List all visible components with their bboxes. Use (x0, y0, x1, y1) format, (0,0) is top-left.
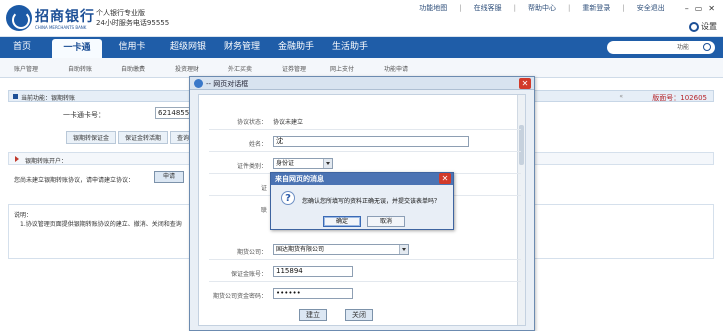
window-controls: – ▭ ✕ (685, 4, 715, 13)
close-icon[interactable]: ✕ (519, 78, 531, 89)
scrollbar-thumb[interactable] (519, 125, 524, 165)
fund-password-label: 期货公司资金密码： (212, 293, 267, 300)
search-placeholder: 功能 (677, 44, 690, 51)
settings-label: 设置 (701, 22, 717, 31)
nav-finance-mgmt[interactable]: 财务管理 (216, 37, 268, 58)
dialog-title: 来自网页的消息 (275, 175, 324, 183)
link-function-map[interactable]: 功能地图 (419, 3, 447, 13)
separator: | (459, 4, 462, 12)
apply-button[interactable]: 申请 (154, 171, 184, 183)
subnav-investment[interactable]: 投资理财 (175, 64, 199, 73)
main-nav: 首页 一卡通 信用卡 超级网银 财务管理 金融助手 生活助手 功能 (0, 37, 723, 58)
gear-icon (689, 21, 699, 32)
futures-company-select[interactable]: 国达期货有限公司 (273, 244, 409, 255)
tab-to-current[interactable]: 保证金转活期 (118, 131, 169, 144)
nav-super-ebank[interactable]: 超级网银 (162, 37, 214, 58)
ie-icon (194, 79, 203, 88)
card-number-label: 一卡通卡号： (63, 111, 105, 119)
partial-label-id: 证 (260, 185, 267, 192)
cancel-button[interactable]: 取消 (367, 216, 405, 227)
name-label: 姓名： (248, 141, 267, 148)
id-type-label: 证件类别： (236, 163, 267, 170)
restore-icon[interactable]: ▭ (695, 4, 703, 13)
link-relogin[interactable]: 重新登录 (582, 3, 610, 13)
subnav-apply[interactable]: 功能申请 (384, 64, 408, 73)
sub-nav: 账户管理 自助转账 自助缴费 投资理财 外汇买卖 证券管理 网上支付 功能申请 (0, 58, 723, 78)
partial-label-contact: 联 (260, 207, 267, 214)
fund-password-field[interactable]: •••••• (273, 288, 353, 299)
bullet-icon (13, 94, 18, 99)
close-icon[interactable]: ✕ (439, 173, 451, 184)
separator: | (622, 4, 625, 12)
section-title: 银期转账开户： (25, 158, 68, 165)
settings-button[interactable]: 设置 (689, 21, 717, 32)
subnav-account-mgmt[interactable]: 账户管理 (14, 64, 38, 73)
bank-name: 招商银行 (35, 9, 95, 25)
collapse-icon[interactable]: « (619, 93, 623, 100)
function-search-input[interactable]: 功能 (607, 41, 715, 54)
link-logout[interactable]: 安全退出 (637, 3, 665, 13)
create-button[interactable]: 建立 (299, 309, 327, 321)
bank-logo-icon (6, 5, 32, 31)
top-header: 招商银行 CHINA MERCHANTS BANK 个人银行专业版 24小时服务… (0, 0, 723, 37)
separator: | (568, 4, 571, 12)
dialog-message: 您确认您所填写的资料正确无误，并提交该表单吗？ (302, 198, 441, 205)
divider (209, 281, 521, 282)
question-icon: ? (281, 191, 295, 205)
notes-line: 1.协议管理页面提供银期转账协议的建立、撤消、关闭和查询 (20, 221, 182, 228)
margin-account-label: 保证金账号： (230, 271, 267, 278)
subnav-payment[interactable]: 自助缴费 (121, 64, 145, 73)
protocol-status-label: 协议状态： (236, 119, 267, 126)
confirm-dialog: 来自网页的消息 ✕ ? 您确认您所填写的资料正确无误，并提交该表单吗？ 确定 取… (270, 172, 454, 230)
top-links: 功能地图 | 在线客服 | 帮助中心 | 重新登录 | 安全退出 – ▭ ✕ (419, 3, 715, 13)
bank-name-en: CHINA MERCHANTS BANK (35, 25, 87, 30)
subnav-transfer[interactable]: 自助转账 (68, 64, 92, 73)
link-help-center[interactable]: 帮助中心 (528, 3, 556, 13)
popup-titlebar[interactable]: -- 网页对话框 ✕ (190, 77, 534, 90)
popup-title: -- 网页对话框 (206, 80, 249, 88)
current-function-text: 当前功能：银期转账 (21, 95, 76, 102)
divider (209, 151, 521, 152)
separator: | (513, 4, 517, 12)
id-type-select[interactable]: 身份证 (273, 158, 333, 169)
close-button[interactable]: 关闭 (345, 309, 373, 321)
nav-finance-assistant[interactable]: 金融助手 (270, 37, 322, 58)
margin-account-field[interactable]: 115894 (273, 266, 353, 277)
subnav-securities[interactable]: 证券管理 (282, 64, 306, 73)
subnav-online-pay[interactable]: 网上支付 (330, 64, 354, 73)
close-window-icon[interactable]: ✕ (708, 4, 715, 13)
nav-life-assistant[interactable]: 生活助手 (324, 37, 376, 58)
chevron-down-icon (323, 159, 332, 168)
function-tabs: 银期转保证金 保证金转活期 查询 (66, 131, 198, 144)
chevron-down-icon (399, 245, 408, 254)
nav-credit-card[interactable]: 信用卡 (110, 37, 154, 58)
link-online-service[interactable]: 在线客服 (474, 3, 502, 13)
ok-button[interactable]: 确定 (323, 216, 361, 227)
service-hotline: 24小时服务电话95555 (96, 19, 170, 27)
version-number: 版面号：102605 (652, 94, 707, 102)
id-type-value: 身份证 (276, 160, 295, 167)
divider (209, 129, 521, 130)
nav-one-card[interactable]: 一卡通 (52, 39, 102, 58)
name-field[interactable]: 沈 (273, 136, 469, 147)
minimize-icon[interactable]: – (685, 4, 689, 13)
protocol-status-value: 协议未建立 (273, 119, 304, 126)
product-name: 个人银行专业版 (96, 9, 145, 17)
futures-company-value: 国达期货有限公司 (276, 246, 325, 253)
arrow-right-icon (15, 156, 19, 162)
search-icon[interactable] (703, 43, 711, 51)
divider (209, 259, 521, 260)
nav-home[interactable]: 首页 (4, 37, 40, 58)
dialog-titlebar[interactable]: 来自网页的消息 ✕ (271, 173, 453, 185)
subnav-forex[interactable]: 外汇买卖 (228, 64, 252, 73)
tab-to-margin[interactable]: 银期转保证金 (66, 131, 117, 144)
futures-company-label: 期货公司： (236, 249, 267, 256)
sign-prompt: 您尚未建立银期转账协议，请申请建立协议： (14, 177, 135, 184)
notes-title: 说明： (14, 212, 33, 219)
